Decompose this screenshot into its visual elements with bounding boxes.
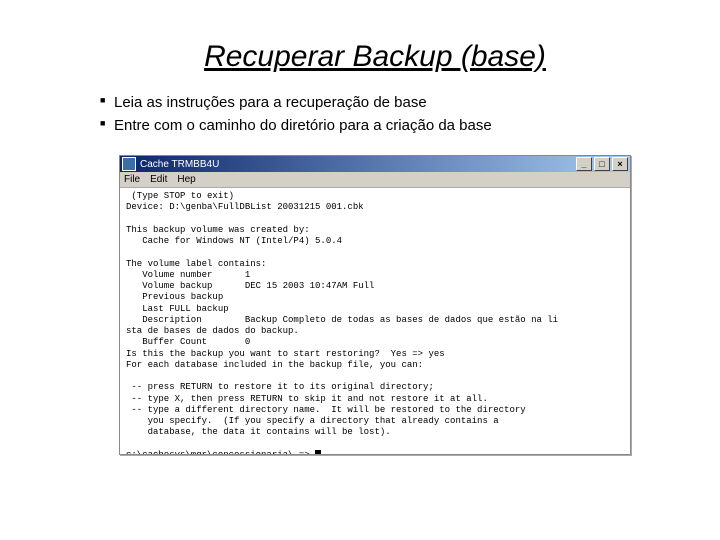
menu-help[interactable]: Hep <box>177 174 195 185</box>
titlebar: Cache TRMBB4U _ □ × <box>120 156 630 172</box>
list-item: Entre com o caminho do diretório para a … <box>100 115 660 138</box>
bullet-list: Leia as instruções para a recuperação de… <box>90 92 660 137</box>
console-output[interactable]: (Type STOP to exit) Device: D:\genba\Ful… <box>120 188 630 454</box>
list-item: Leia as instruções para a recuperação de… <box>100 92 660 115</box>
slide-title: Recuperar Backup (base) <box>90 40 660 74</box>
cursor <box>315 450 321 454</box>
window-title: Cache TRMBB4U <box>140 159 219 170</box>
minimize-button[interactable]: _ <box>576 157 592 171</box>
terminal-window: Cache TRMBB4U _ □ × File Edit Hep (Type … <box>119 155 631 455</box>
menubar: File Edit Hep <box>120 172 630 188</box>
maximize-button[interactable]: □ <box>594 157 610 171</box>
app-icon <box>122 157 136 171</box>
menu-edit[interactable]: Edit <box>150 174 167 185</box>
close-button[interactable]: × <box>612 157 628 171</box>
menu-file[interactable]: File <box>124 174 140 185</box>
